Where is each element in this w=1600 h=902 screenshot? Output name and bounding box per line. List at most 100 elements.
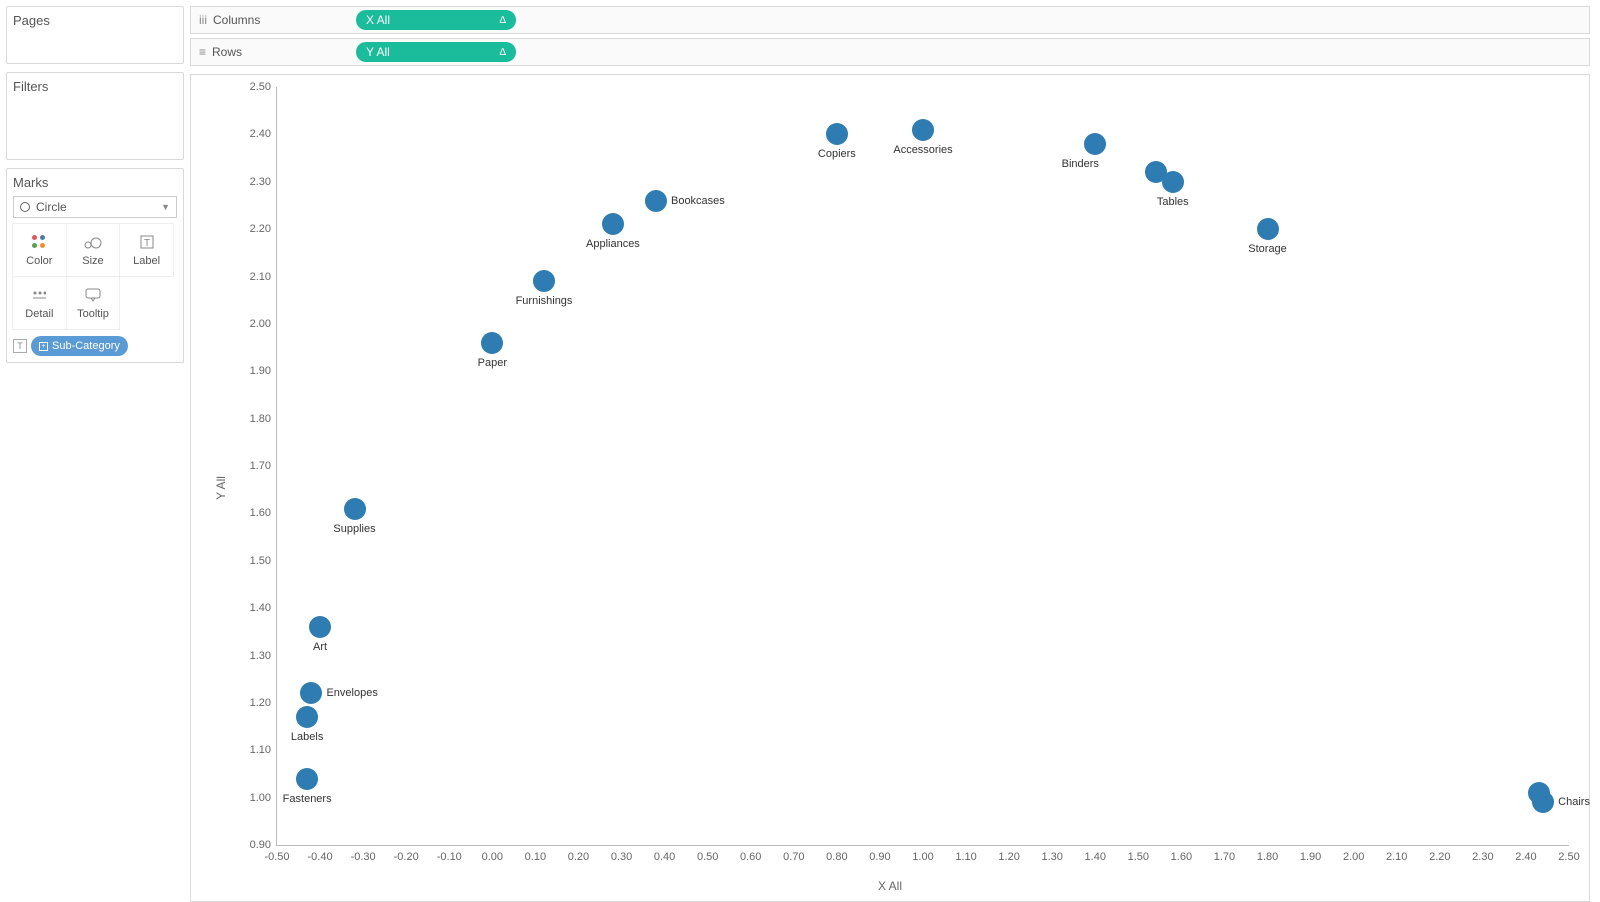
x-tick: 2.30 (1472, 845, 1493, 863)
x-tick: 0.90 (869, 845, 890, 863)
x-tick: 0.00 (482, 845, 503, 863)
columns-shelf-label: Columns (213, 13, 260, 27)
data-point-label: Envelopes (326, 687, 377, 699)
color-icon (32, 233, 46, 251)
x-tick: 2.40 (1515, 845, 1536, 863)
rows-pill[interactable]: Y All Δ (356, 42, 516, 62)
delta-icon: Δ (499, 15, 506, 26)
x-tick: -0.50 (264, 845, 289, 863)
mark-type-dropdown[interactable]: Circle ▼ (13, 196, 177, 218)
x-tick: 1.90 (1300, 845, 1321, 863)
data-point[interactable] (1084, 133, 1106, 155)
rows-shelf[interactable]: ≡ Rows Y All Δ (190, 38, 1590, 66)
y-tick: 1.40 (250, 602, 277, 614)
data-point[interactable] (826, 123, 848, 145)
data-point[interactable] (481, 332, 503, 354)
data-point-label: Fasteners (283, 793, 332, 805)
mark-type-label: Circle (36, 200, 161, 214)
data-point[interactable] (296, 768, 318, 790)
data-point-label: Appliances (586, 238, 640, 250)
columns-pill-label: X All (366, 13, 390, 27)
data-point[interactable] (533, 270, 555, 292)
marks-color-button[interactable]: Color (12, 223, 67, 277)
y-tick: 1.10 (250, 744, 277, 756)
x-tick: 0.70 (783, 845, 804, 863)
data-point[interactable] (1162, 171, 1184, 193)
marks-color-label: Color (26, 255, 52, 267)
x-tick: 1.10 (955, 845, 976, 863)
marks-title: Marks (13, 175, 177, 190)
y-tick: 2.20 (250, 223, 277, 235)
x-tick: -0.30 (351, 845, 376, 863)
pages-card: Pages (6, 6, 184, 64)
filters-title: Filters (13, 79, 177, 94)
data-point[interactable] (602, 213, 624, 235)
columns-icon: iii (199, 13, 207, 27)
y-tick: 2.00 (250, 318, 277, 330)
filters-card: Filters (6, 72, 184, 160)
y-tick: 1.30 (250, 650, 277, 662)
data-point-label: Bookcases (671, 195, 725, 207)
y-tick: 1.90 (250, 365, 277, 377)
x-tick: 0.20 (568, 845, 589, 863)
x-tick: -0.40 (308, 845, 333, 863)
marks-detail-button[interactable]: Detail (12, 276, 67, 330)
data-point[interactable] (300, 682, 322, 704)
x-tick: 1.80 (1257, 845, 1278, 863)
x-tick: 0.60 (740, 845, 761, 863)
y-tick: 2.30 (250, 176, 277, 188)
y-tick: 1.80 (250, 413, 277, 425)
chevron-down-icon: ▼ (161, 202, 170, 212)
subcategory-pill[interactable]: + Sub-Category (31, 336, 128, 356)
y-axis-label: Y All (214, 476, 228, 500)
label-icon: T (140, 233, 154, 251)
data-point[interactable] (645, 190, 667, 212)
marks-detail-label: Detail (25, 308, 53, 320)
plot-area: 0.901.001.101.201.301.401.501.601.701.80… (276, 87, 1569, 846)
y-tick: 1.50 (250, 555, 277, 567)
marks-tooltip-label: Tooltip (77, 308, 109, 320)
delta-icon: Δ (499, 47, 506, 58)
x-tick: -0.10 (437, 845, 462, 863)
data-point[interactable] (1532, 791, 1554, 813)
y-tick: 1.70 (250, 460, 277, 472)
rows-icon: ≡ (199, 45, 206, 59)
data-point-label: Supplies (333, 523, 375, 535)
columns-shelf[interactable]: iii Columns X All Δ (190, 6, 1590, 34)
data-point-label: Art (313, 641, 327, 653)
size-icon (84, 233, 102, 251)
x-tick: 1.20 (998, 845, 1019, 863)
data-point-label: Labels (291, 731, 323, 743)
data-point-label: Paper (478, 357, 507, 369)
data-point-label: Copiers (818, 148, 856, 160)
marks-size-label: Size (82, 255, 103, 267)
x-tick: 2.10 (1386, 845, 1407, 863)
y-tick: 2.40 (250, 128, 277, 140)
y-tick: 2.50 (250, 81, 277, 93)
y-tick: 2.10 (250, 271, 277, 283)
circle-icon (20, 202, 30, 212)
data-point[interactable] (1257, 218, 1279, 240)
pages-title: Pages (13, 13, 177, 28)
x-tick: -0.20 (394, 845, 419, 863)
y-tick: 1.60 (250, 507, 277, 519)
data-point[interactable] (296, 706, 318, 728)
data-point[interactable] (309, 616, 331, 638)
columns-pill[interactable]: X All Δ (356, 10, 516, 30)
marks-size-button[interactable]: Size (66, 223, 121, 277)
marks-label-label: Label (133, 255, 160, 267)
chart-viewport[interactable]: Y All X All 0.901.001.101.201.301.401.50… (190, 74, 1590, 902)
data-point[interactable] (344, 498, 366, 520)
x-tick: 2.50 (1558, 845, 1579, 863)
x-tick: 0.30 (611, 845, 632, 863)
x-axis-label: X All (878, 879, 902, 893)
x-tick: 1.50 (1128, 845, 1149, 863)
marks-label-button[interactable]: T Label (119, 223, 174, 277)
data-point[interactable] (912, 119, 934, 141)
x-tick: 1.60 (1171, 845, 1192, 863)
label-shelf-icon: T (13, 339, 27, 353)
data-point-label: Furnishings (516, 295, 573, 307)
data-point-label: Storage (1248, 243, 1287, 255)
marks-tooltip-button[interactable]: Tooltip (66, 276, 121, 330)
rows-shelf-label: Rows (212, 45, 242, 59)
